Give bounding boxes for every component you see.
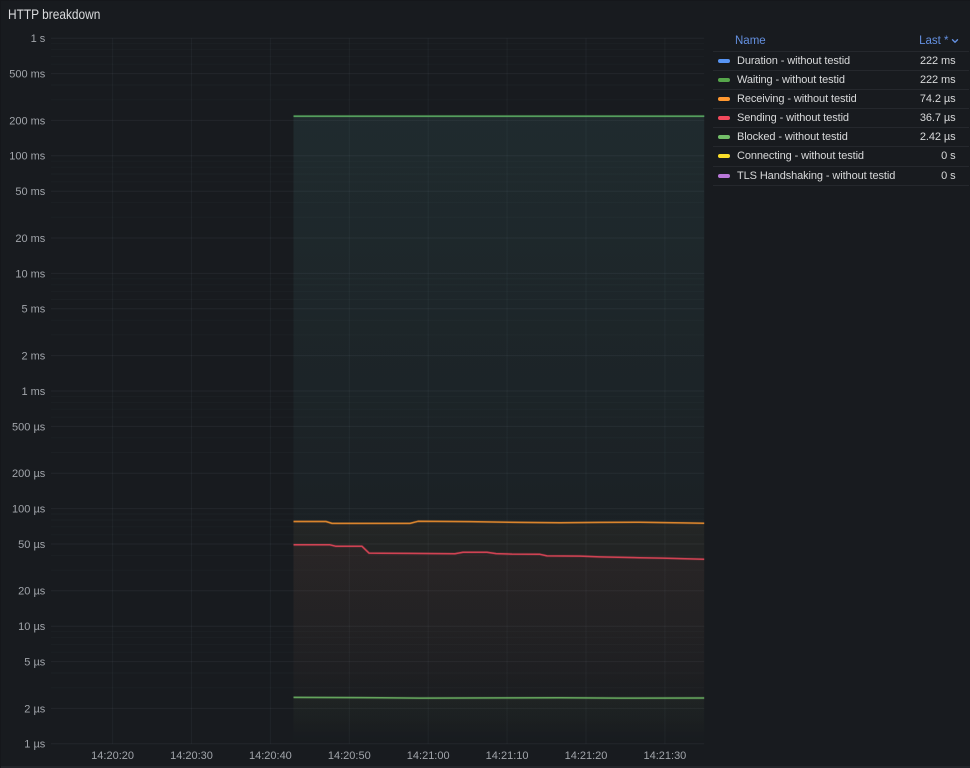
svg-text:100 µs: 100 µs (12, 504, 46, 516)
svg-text:14:21:20: 14:21:20 (565, 750, 608, 762)
svg-text:1 s: 1 s (31, 33, 46, 45)
svg-text:50 µs: 50 µs (18, 539, 46, 551)
svg-text:50 ms: 50 ms (15, 186, 45, 198)
svg-text:14:21:10: 14:21:10 (486, 750, 529, 762)
svg-text:1 µs: 1 µs (24, 739, 46, 751)
svg-text:14:20:40: 14:20:40 (249, 750, 292, 762)
svg-text:5 µs: 5 µs (24, 657, 46, 669)
svg-text:14:20:30: 14:20:30 (170, 750, 213, 762)
svg-text:200 µs: 200 µs (12, 468, 46, 480)
svg-text:10 ms: 10 ms (15, 268, 45, 280)
svg-text:14:20:50: 14:20:50 (328, 750, 371, 762)
svg-text:14:21:30: 14:21:30 (643, 750, 686, 762)
svg-text:500 ms: 500 ms (9, 69, 46, 81)
svg-text:5 ms: 5 ms (21, 304, 45, 316)
svg-text:20 ms: 20 ms (15, 233, 45, 245)
svg-text:10 µs: 10 µs (18, 621, 46, 633)
svg-text:500 µs: 500 µs (12, 421, 46, 433)
svg-text:100 ms: 100 ms (9, 151, 46, 163)
svg-text:2 µs: 2 µs (24, 703, 46, 715)
svg-text:14:20:20: 14:20:20 (91, 750, 134, 762)
svg-text:2 ms: 2 ms (21, 351, 45, 363)
svg-text:200 ms: 200 ms (9, 115, 46, 127)
svg-text:14:21:00: 14:21:00 (407, 750, 450, 762)
svg-text:20 µs: 20 µs (18, 586, 46, 598)
svg-text:1 ms: 1 ms (21, 386, 45, 398)
